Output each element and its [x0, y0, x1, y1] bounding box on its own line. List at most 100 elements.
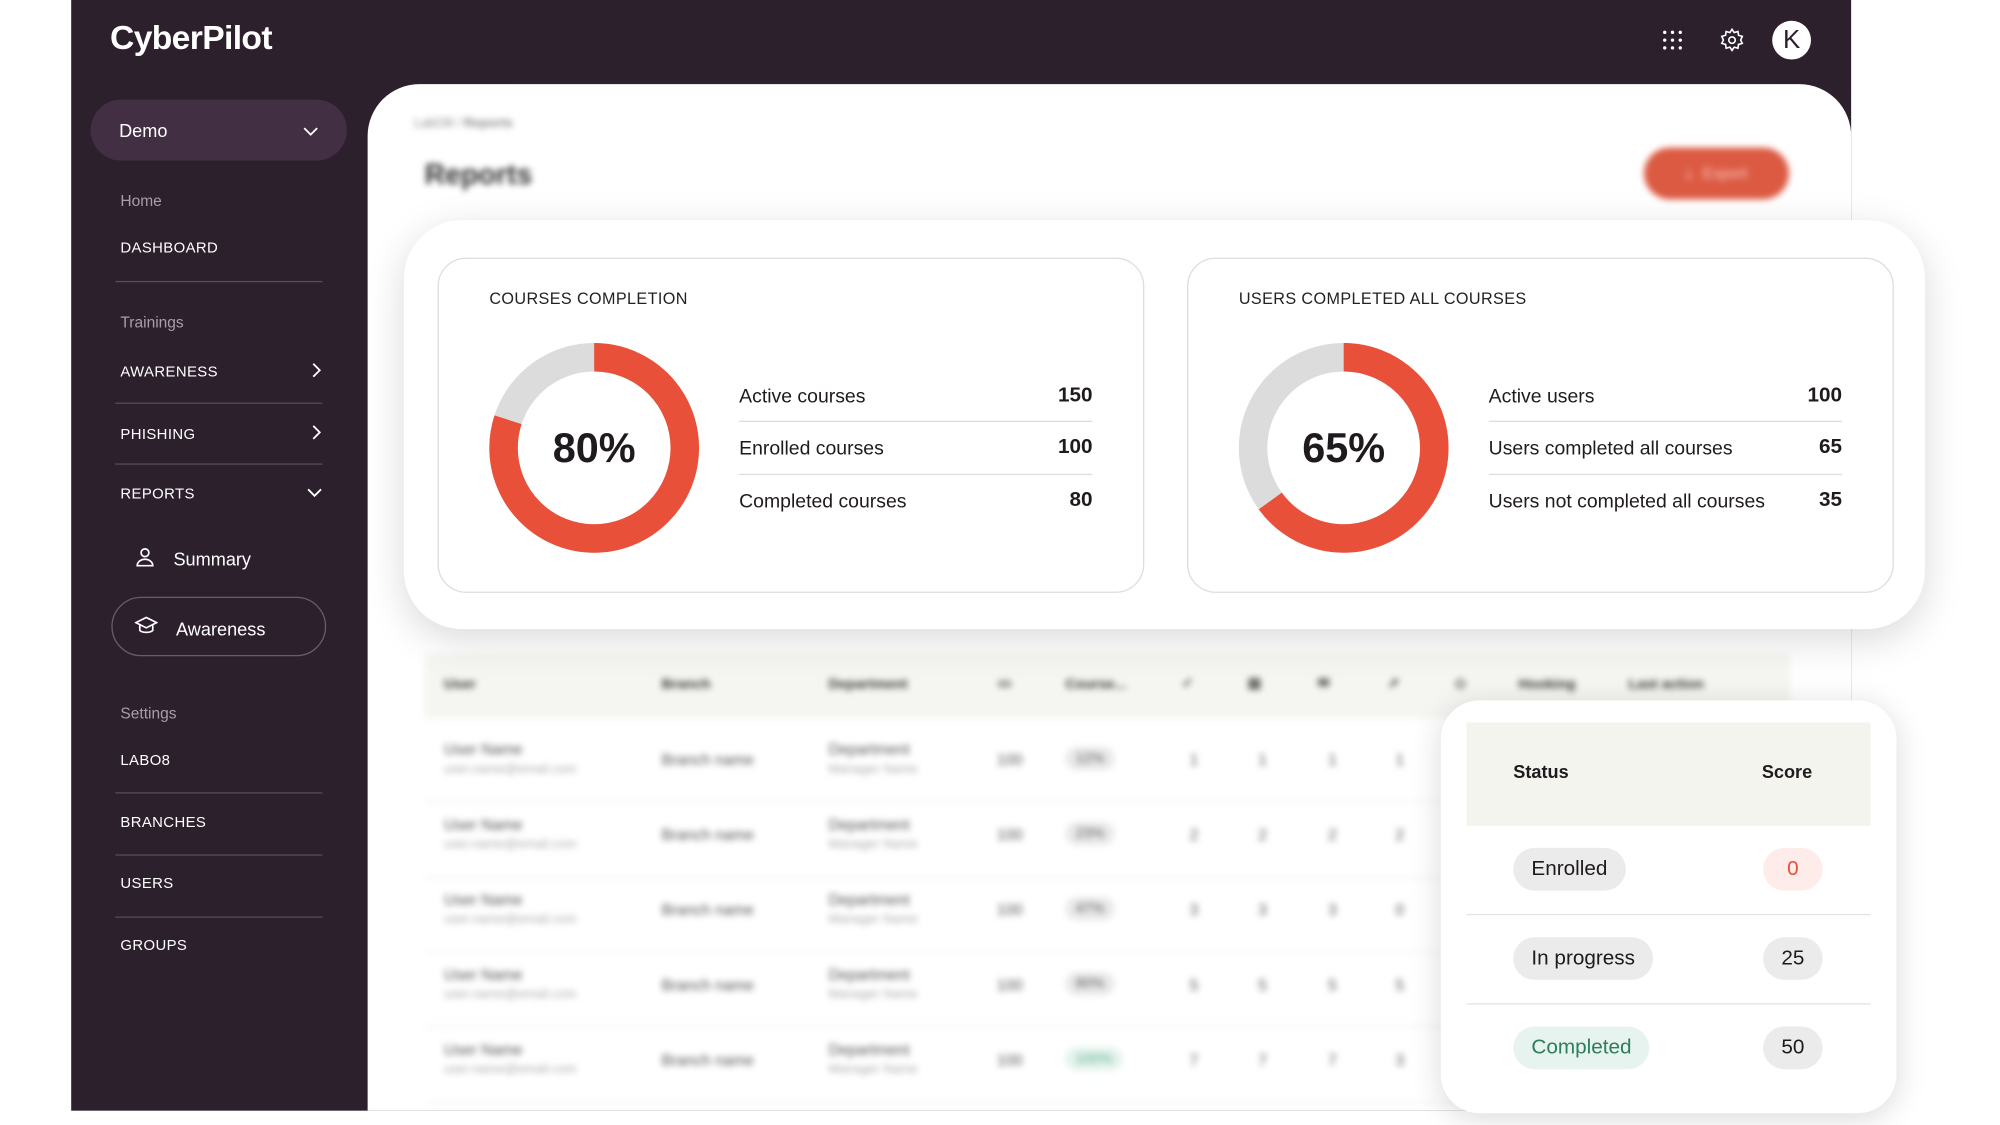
- total: 100: [996, 976, 1023, 995]
- workspace-select[interactable]: Demo: [90, 99, 347, 161]
- export-button[interactable]: ⤓ Export: [1644, 147, 1789, 200]
- breadcrumb: LabO8 / Reports: [414, 117, 513, 131]
- courses-completion-card: COURSES COMPLETION 80% Active courses 150…: [437, 257, 1145, 593]
- user-name: User Name: [444, 740, 523, 759]
- user-email: user.name@email.com: [444, 912, 577, 927]
- card-title: USERS COMPLETED ALL COURSES: [1238, 289, 1527, 309]
- count-cell: 2: [1395, 825, 1405, 845]
- col-last-action[interactable]: Last action: [1628, 677, 1703, 693]
- score-badge: 50: [1763, 1026, 1823, 1070]
- branch: Branch name: [661, 1051, 754, 1070]
- breadcrumb-item[interactable]: LabO8: [414, 117, 453, 131]
- sidebar-item-users[interactable]: USERS: [120, 876, 322, 892]
- stat-label: Active users: [1488, 385, 1595, 408]
- progress-badge: 12%: [1065, 746, 1115, 771]
- department: Department: [828, 965, 910, 984]
- chevron-down-icon: [303, 120, 319, 141]
- manager: Manager Name: [828, 912, 918, 927]
- avatar[interactable]: K: [1772, 20, 1812, 60]
- sidebar-item-label: USERS: [120, 876, 174, 892]
- department: Department: [828, 815, 910, 834]
- count-cell: 1: [1328, 750, 1337, 769]
- page-title: Reports: [424, 157, 533, 191]
- stat-value: 80: [1069, 489, 1093, 512]
- apps-grid-icon[interactable]: [1656, 23, 1690, 57]
- chevron-right-icon: [312, 362, 322, 381]
- sidebar-item-label: REPORTS: [120, 486, 195, 503]
- sidebar-item-groups[interactable]: GROUPS: [120, 939, 322, 955]
- department: Department: [828, 740, 910, 759]
- total: 100: [996, 750, 1023, 769]
- count-cell: 3: [1395, 1051, 1405, 1070]
- users-completed-card: USERS COMPLETED ALL COURSES 65% Active u…: [1187, 257, 1894, 593]
- user-email: user.name@email.com: [444, 1062, 577, 1078]
- count-cell: 5: [1258, 976, 1267, 995]
- divider: [115, 792, 323, 794]
- user-name: User Name: [444, 815, 523, 834]
- user-email: user.name@email.com: [444, 762, 577, 777]
- progress-badge: 80%: [1065, 972, 1115, 996]
- status-row: In progress 25: [1466, 915, 1871, 1005]
- donut-percent: 80%: [552, 423, 636, 471]
- sidebar-item-label: BRANCHES: [120, 815, 207, 832]
- sidebar-item-dashboard[interactable]: DASHBOARD: [120, 241, 322, 257]
- col-user[interactable]: User: [444, 677, 476, 693]
- col-branch[interactable]: Branch: [661, 677, 710, 693]
- sidebar-item-labo8[interactable]: LABO8: [120, 753, 322, 769]
- total: 100: [996, 825, 1023, 845]
- sidebar-item-phishing[interactable]: PHISHING: [120, 425, 322, 444]
- section-trainings: Trainings: [120, 313, 184, 332]
- sidebar-item-summary[interactable]: Summary: [135, 546, 251, 571]
- stat-value: 65: [1819, 436, 1843, 459]
- sidebar-item-label: AWARENESS: [120, 364, 218, 380]
- score-badge: 0: [1763, 847, 1823, 891]
- stat-label: Active courses: [739, 385, 866, 408]
- divider: [115, 916, 323, 918]
- branch: Branch name: [661, 825, 754, 845]
- status-badge: Enrolled: [1513, 847, 1626, 891]
- user-name: User Name: [444, 1040, 523, 1059]
- card-title: COURSES COMPLETION: [489, 289, 688, 309]
- stat-value: 35: [1819, 489, 1843, 512]
- donut-percent: 65%: [1302, 423, 1386, 471]
- sidebar-item-label: DASHBOARD: [120, 240, 219, 257]
- sidebar-item-label: Summary: [173, 548, 252, 569]
- department: Department: [828, 890, 910, 909]
- branch: Branch name: [661, 900, 754, 920]
- stat-row: Completed courses 80: [739, 475, 1092, 527]
- gear-icon[interactable]: [1715, 23, 1749, 57]
- stat-label: Users completed all courses: [1488, 436, 1733, 459]
- status-row: Enrolled 0: [1466, 826, 1871, 916]
- count-cell: 1: [1258, 750, 1267, 769]
- count-cell: 5: [1395, 976, 1405, 995]
- stat-label: Users not completed all courses: [1488, 489, 1765, 512]
- col-department[interactable]: Department: [828, 677, 907, 693]
- manager: Manager Name: [828, 1062, 918, 1078]
- col-course[interactable]: Course...: [1065, 677, 1126, 693]
- total: 100: [996, 900, 1023, 920]
- mail-icon: ✉: [1317, 675, 1330, 692]
- check-icon: ✓: [1181, 675, 1194, 692]
- sidebar-item-awareness[interactable]: AWARENESS: [120, 362, 322, 381]
- stat-label: Enrolled courses: [739, 436, 884, 459]
- count-cell: 7: [1189, 1051, 1199, 1070]
- col-hooking[interactable]: Hooking: [1518, 677, 1575, 693]
- graduation-cap-icon: [134, 616, 159, 641]
- chevron-right-icon: [312, 425, 322, 444]
- breadcrumb-separator: /: [456, 116, 461, 131]
- logo[interactable]: CyberPilot: [110, 18, 273, 58]
- cursor-icon: ➚: [1387, 675, 1400, 692]
- sidebar-item-label: PHISHING: [120, 426, 196, 443]
- sidebar-item-reports[interactable]: REPORTS: [120, 486, 322, 503]
- progress-badge: 100%: [1065, 1047, 1123, 1071]
- count-cell: 7: [1258, 1051, 1267, 1070]
- sidebar-item-label: GROUPS: [120, 938, 188, 955]
- divider: [115, 463, 323, 465]
- stat-row: Users not completed all courses 35: [1489, 475, 1842, 527]
- sidebar-item-awareness-report-content[interactable]: Awareness: [134, 616, 265, 641]
- count-cell: 3: [1328, 900, 1337, 920]
- sidebar-item-branches[interactable]: BRANCHES: [120, 816, 322, 832]
- count-cell: 2: [1189, 825, 1199, 845]
- branch: Branch name: [661, 750, 754, 769]
- sidebar-item-label: LABO8: [120, 753, 171, 769]
